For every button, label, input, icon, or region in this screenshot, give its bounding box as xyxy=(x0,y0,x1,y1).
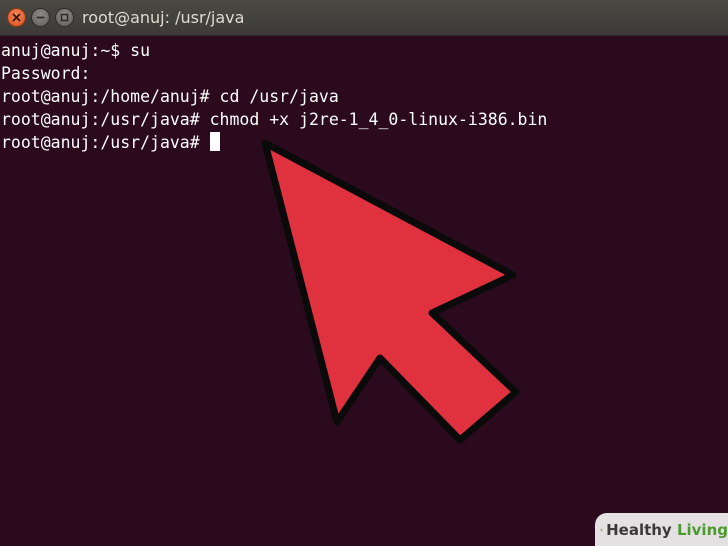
maximize-icon xyxy=(60,13,69,22)
terminal-line: Password: xyxy=(1,64,91,83)
title-bar: root@anuj: /usr/java xyxy=(0,0,728,36)
terminal-output[interactable]: anuj@anuj:~$ su Password: root@anuj:/hom… xyxy=(0,36,728,546)
terminal-prompt: root@anuj:/usr/java# xyxy=(1,133,200,152)
close-icon xyxy=(12,13,21,22)
minimize-icon xyxy=(36,16,45,19)
minimize-button[interactable] xyxy=(31,8,50,27)
healthy-living-watermark: Healthy Living xyxy=(595,513,728,546)
maximize-button[interactable] xyxy=(55,8,74,27)
terminal-line: anuj@anuj:~$ su xyxy=(1,41,151,60)
watermark-text: Healthy Living xyxy=(606,520,728,539)
terminal-line: root@anuj:/usr/java# chmod +x j2re-1_4_0… xyxy=(1,110,548,129)
terminal-line: root@anuj:/home/anuj# cd /usr/java xyxy=(1,87,339,106)
terminal-window: root@anuj: /usr/java anuj@anuj:~$ su Pas… xyxy=(0,0,728,546)
text-cursor xyxy=(209,132,220,151)
close-button[interactable] xyxy=(7,8,26,27)
plus-leaf-icon xyxy=(600,528,603,531)
window-title: root@anuj: /usr/java xyxy=(82,8,245,27)
terminal-prompt-line[interactable]: root@anuj:/usr/java# xyxy=(1,131,220,154)
